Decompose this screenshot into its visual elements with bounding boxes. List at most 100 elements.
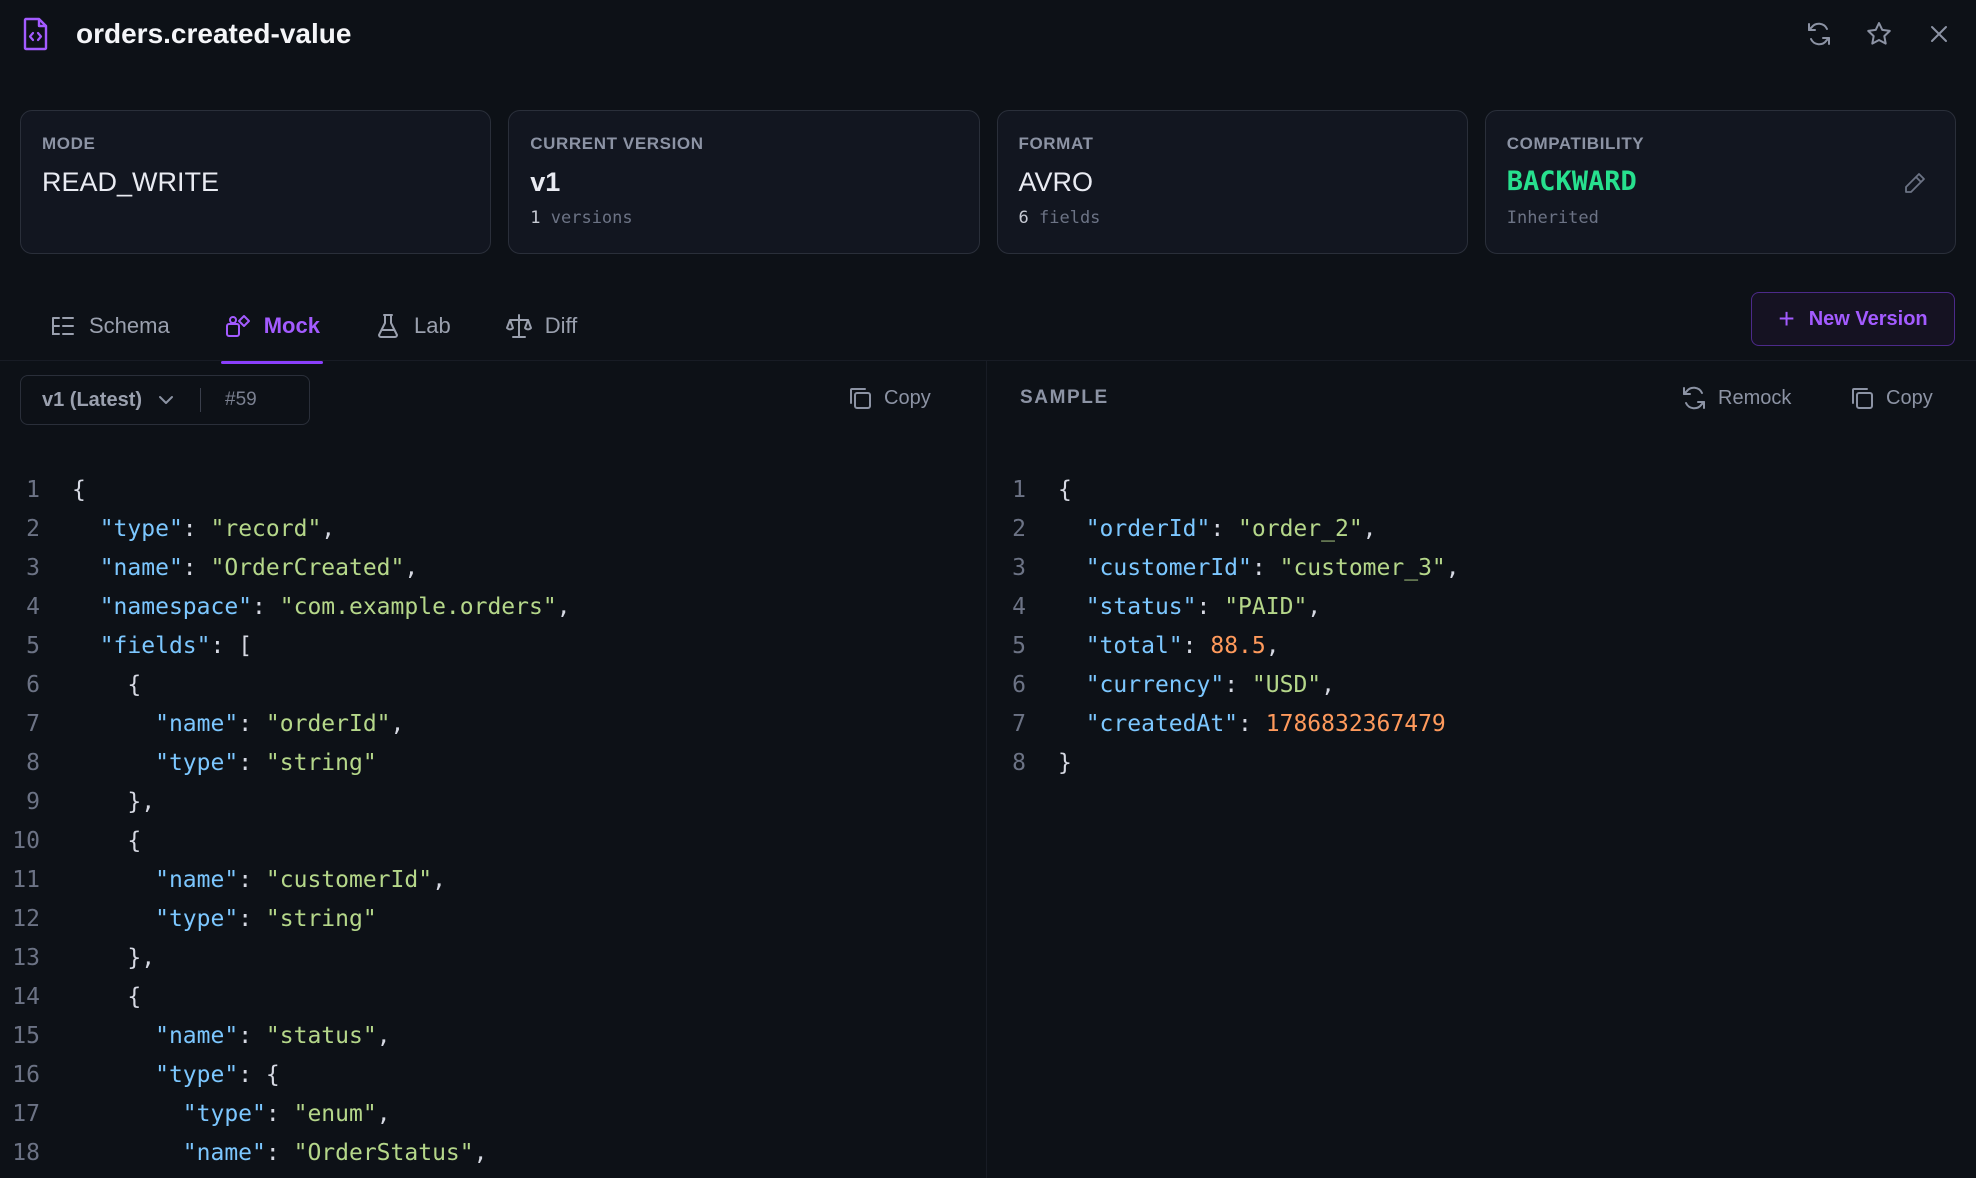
field-count: 6 fields	[1019, 207, 1446, 229]
line-number: 4	[26, 594, 40, 620]
code-line: 6 {	[0, 666, 571, 705]
code-line: 17 "type": "enum",	[0, 1095, 571, 1134]
compatibility-card: COMPATIBILITY BACKWARD Inherited	[1484, 110, 1956, 254]
line-number: 3	[1012, 555, 1026, 581]
line-number: 12	[12, 906, 40, 932]
tab-schema[interactable]: Schema	[36, 294, 183, 358]
schema-editor[interactable]: 1{2 "type": "record", 3 "name": "OrderCre…	[0, 471, 571, 1173]
compatibility-source: Inherited	[1506, 208, 1599, 228]
line-number: 9	[26, 789, 40, 815]
code-line: 3 "customerId": "customer_3",	[970, 549, 1459, 588]
code-line: 2 "orderId": "order_2",	[970, 510, 1460, 549]
code-text: "status": "PAID",	[1085, 594, 1322, 620]
line-number: 8	[26, 750, 40, 776]
code-line: 8}	[970, 744, 1460, 783]
tab-diff[interactable]: Diff	[492, 294, 591, 358]
copy-schema-button[interactable]: Copy	[846, 384, 931, 412]
code-text: "fields": [	[99, 633, 253, 659]
mock-shapes-icon	[225, 315, 250, 337]
field-count-number: 6	[1018, 208, 1029, 228]
line-number: 16	[12, 1062, 40, 1088]
refresh-icon	[1808, 22, 1830, 46]
compatibility-value: BACKWARD	[1506, 166, 1637, 197]
code-line: 12 "type": "string"	[0, 900, 571, 939]
refresh-button[interactable]	[1801, 16, 1837, 52]
file-code-icon	[22, 16, 50, 52]
format-card: FORMAT AVRO 6 fields	[996, 110, 1468, 254]
line-number: 17	[12, 1101, 40, 1127]
copy-icon	[850, 388, 871, 409]
version-count: 1 versions	[530, 207, 957, 229]
tab-lab[interactable]: Lab	[361, 294, 464, 358]
code-line: 4 "status": "PAID",	[970, 588, 1460, 627]
code-text: {	[72, 477, 86, 503]
flask-icon	[377, 314, 398, 338]
code-text: "type": "record",	[99, 516, 336, 542]
code-line: 1{	[970, 471, 1460, 510]
remock-label: Remock	[1718, 386, 1792, 409]
code-text: "type": "enum",	[182, 1101, 391, 1127]
selected-version: v1 (Latest)	[42, 388, 143, 411]
line-number: 1	[26, 477, 40, 503]
mode-value: READ_WRITE	[42, 167, 220, 197]
tab-label: Mock	[263, 313, 320, 338]
line-number: 5	[1012, 633, 1026, 659]
code-text: {	[72, 828, 142, 854]
code-text: {	[72, 672, 142, 698]
copy-label: Copy	[1886, 386, 1933, 409]
sample-viewer[interactable]: 1{2 "orderId": "order_2", 3 "customerId":…	[970, 471, 1460, 783]
card-label: FORMAT	[1018, 134, 1094, 153]
remock-button[interactable]: Remock	[1680, 384, 1791, 412]
code-line: 4 "namespace": "com.example.orders",	[0, 588, 571, 627]
line-number: 3	[26, 555, 40, 581]
new-version-button[interactable]: + New Version	[1751, 292, 1955, 346]
plus-icon: +	[1778, 303, 1795, 334]
line-number: 15	[12, 1023, 40, 1049]
code-text: {	[1058, 477, 1072, 503]
code-text: "type": "string"	[155, 750, 377, 776]
scale-icon	[505, 314, 532, 338]
code-text: "name": "OrderCreated",	[99, 555, 419, 581]
close-button[interactable]	[1921, 16, 1957, 52]
copy-icon	[1852, 388, 1873, 409]
copy-label: Copy	[884, 386, 931, 409]
page-title: orders.created-value	[76, 18, 352, 49]
code-text: },	[72, 789, 156, 815]
code-text: "name": "customerId",	[155, 867, 446, 893]
tab-label: Schema	[89, 313, 170, 338]
close-icon	[1931, 26, 1947, 42]
code-line: 7 "name": "orderId",	[0, 705, 571, 744]
line-number: 7	[1012, 711, 1026, 737]
code-text: "type": {	[155, 1062, 280, 1088]
list-tree-icon	[52, 317, 74, 335]
copy-sample-button[interactable]: Copy	[1848, 384, 1933, 412]
schema-id: #59	[225, 389, 257, 410]
version-select[interactable]: v1 (Latest) #59	[20, 375, 310, 425]
tab-bar: Schema Mock Lab Diff	[36, 294, 618, 364]
card-label: COMPATIBILITY	[1506, 134, 1645, 153]
line-number: 11	[12, 867, 40, 893]
line-number: 10	[12, 828, 40, 854]
format-value: AVRO	[1018, 167, 1094, 197]
code-text: "type": "string"	[155, 906, 377, 932]
code-text: "createdAt": 1786832367479	[1085, 711, 1446, 737]
star-icon	[1867, 22, 1891, 45]
sample-label: SAMPLE	[1020, 387, 1109, 408]
code-text: "currency": "USD",	[1085, 672, 1336, 698]
code-line: 5 "total": 88.5,	[970, 627, 1460, 666]
line-number: 13	[12, 945, 40, 971]
code-text: "namespace": "com.example.orders",	[99, 594, 571, 620]
version-count-text: versions	[550, 208, 633, 228]
chevron-down-icon	[159, 396, 174, 404]
version-count-number: 1	[530, 208, 541, 228]
code-text: "orderId": "order_2",	[1085, 516, 1377, 542]
code-text: "name": "status",	[155, 1023, 391, 1049]
favorite-button[interactable]	[1861, 16, 1897, 52]
code-line: 1{	[0, 471, 571, 510]
code-line: 15 "name": "status",	[0, 1017, 571, 1056]
tab-mock[interactable]: Mock	[211, 294, 333, 364]
current-version-card: CURRENT VERSION v1 1 versions	[508, 110, 980, 254]
new-version-label: New Version	[1808, 307, 1928, 330]
edit-compatibility-button[interactable]	[1901, 169, 1929, 197]
line-number: 2	[1012, 516, 1026, 542]
